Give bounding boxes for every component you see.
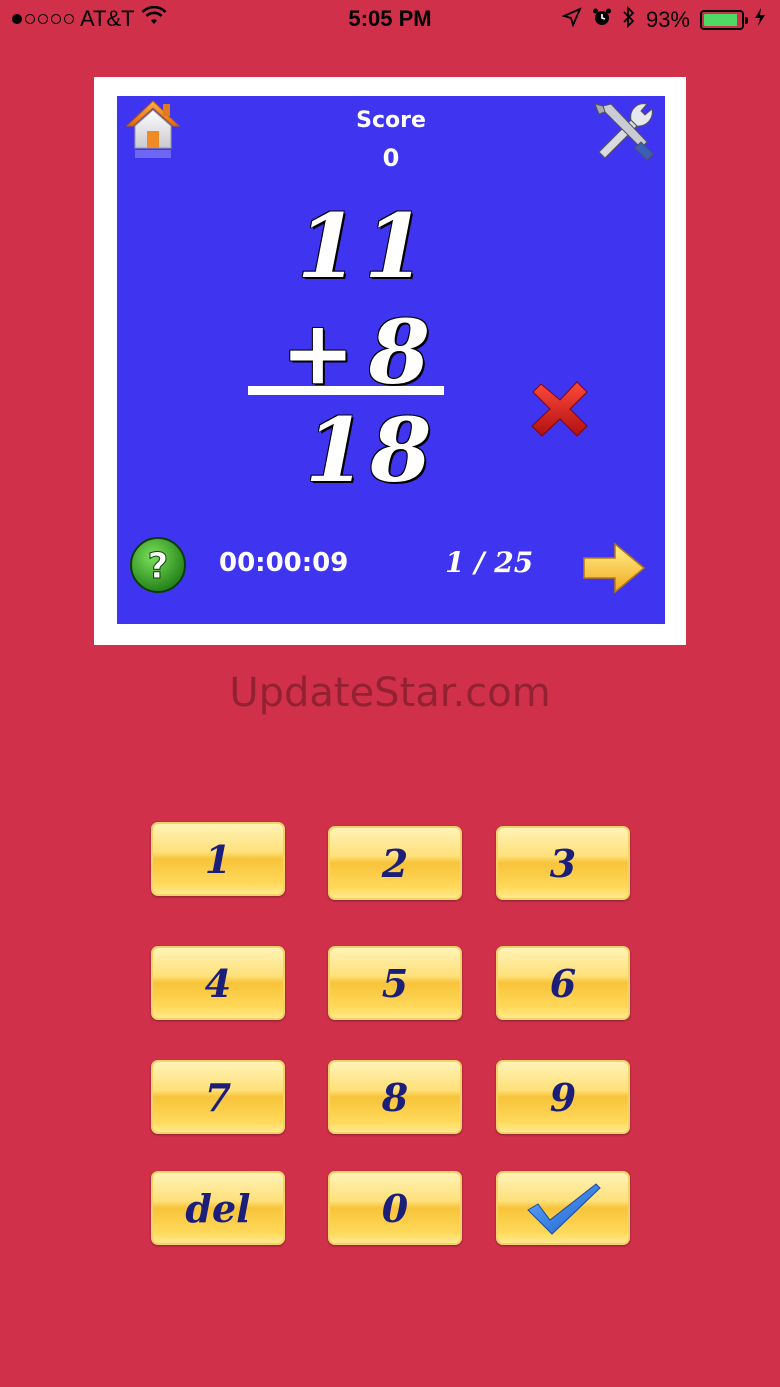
alarm-clock-icon (592, 7, 612, 33)
battery-icon (700, 10, 748, 30)
timer: 00:00:09 (219, 548, 349, 578)
location-arrow-icon (561, 7, 582, 33)
first-operand: 11 (297, 194, 432, 298)
wrong-answer-x-icon (529, 378, 591, 440)
key-2[interactable]: 2 (328, 826, 462, 900)
key-1[interactable]: 1 (151, 822, 285, 896)
key-3[interactable]: 3 (496, 826, 630, 900)
delete-key[interactable]: del (151, 1171, 285, 1245)
score-value: 0 (382, 144, 400, 172)
next-button[interactable] (581, 540, 647, 596)
settings-button[interactable] (591, 100, 657, 162)
sum-line (248, 386, 444, 395)
status-right: 93% (561, 5, 766, 34)
bluetooth-icon (622, 5, 636, 34)
submit-key[interactable] (496, 1171, 630, 1245)
arrow-right-icon (583, 542, 646, 594)
battery-percent: 93% (645, 7, 690, 32)
key-8[interactable]: 8 (328, 1060, 462, 1134)
score-label: Score (356, 108, 426, 133)
tools-icon (594, 103, 654, 161)
status-bar: AT&T 5:05 PM 93% (0, 0, 780, 40)
key-7[interactable]: 7 (151, 1060, 285, 1134)
watermark-text: UpdateStar.com (229, 670, 551, 716)
charging-bolt-icon (754, 7, 766, 33)
question-progress: 1 / 25 (445, 546, 534, 579)
key-9[interactable]: 9 (496, 1060, 630, 1134)
question-mark-icon: ? (130, 537, 186, 593)
key-6[interactable]: 6 (496, 946, 630, 1020)
key-5[interactable]: 5 (328, 946, 462, 1020)
game-board: Score 0 11 +8 18 ? 00:00:09 1 / 25 (117, 96, 665, 624)
answer-display: 18 (305, 398, 436, 502)
key-4[interactable]: 4 (151, 946, 285, 1020)
key-0[interactable]: 0 (328, 1171, 462, 1245)
checkmark-icon (527, 1183, 601, 1235)
help-button[interactable]: ? (129, 536, 187, 594)
svg-text:?: ? (148, 546, 169, 587)
